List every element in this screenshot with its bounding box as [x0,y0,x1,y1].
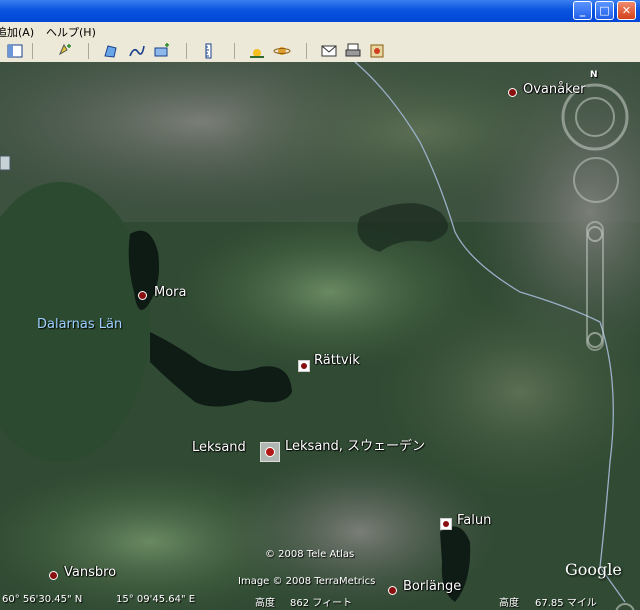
place-marker[interactable] [49,571,58,580]
place-marker[interactable] [298,360,310,372]
elevation-label: 高度 [255,598,275,609]
place-marker[interactable] [440,518,452,530]
status-bar: 60° 56'30.45" N 15° 09'45.64" E 高度 862 フ… [0,590,640,610]
place-marker[interactable] [138,291,147,300]
email-icon[interactable] [320,42,338,60]
maximize-button[interactable]: □ [595,1,614,20]
menu-add[interactable]: 追加(A) [0,24,34,40]
toolbar [0,40,640,63]
save-image-icon[interactable] [368,42,386,60]
eye-altitude-value: 67.85 マイル [535,598,597,609]
print-icon[interactable] [344,42,362,60]
copyright-tele-atlas: © 2008 Tele Atlas [265,549,355,560]
search-result-marker[interactable] [260,442,280,462]
place-label[interactable]: Mora [154,285,186,300]
google-logo: Google [565,560,622,579]
longitude-readout: 15° 09'45.64" E [116,594,196,605]
copyright-terrametrics: Image © 2008 TerraMetrics [238,576,376,587]
placemark-add-icon[interactable] [55,42,73,60]
planets-icon[interactable] [273,42,291,60]
window-titlebar: _ □ ✕ [0,0,640,22]
menu-help[interactable]: ヘルプ(H) [46,24,96,40]
place-label[interactable]: Leksand [192,440,246,455]
path-add-icon[interactable] [128,42,146,60]
search-result-label[interactable]: Leksand, スウェーデン [285,435,425,454]
satellite-imagery [0,62,640,610]
satellite-map[interactable]: N Ovanåker Mora Dalarnas Län Rättvik Lek… [0,62,640,610]
region-label: Dalarnas Län [37,317,123,332]
sunlight-icon[interactable] [248,42,266,60]
minimize-button[interactable]: _ [573,1,592,20]
menu-bar: 追加(A) ヘルプ(H) [0,22,640,40]
compass-north-label: N [590,70,598,80]
place-label[interactable]: Vansbro [64,565,116,580]
eye-altitude-label: 高度 [499,598,519,609]
place-label[interactable]: Falun [457,513,491,528]
close-button[interactable]: ✕ [617,1,636,20]
sidebar-toggle-icon[interactable] [6,42,24,60]
ruler-icon[interactable] [200,42,218,60]
place-label[interactable]: Ovanåker [523,82,586,97]
overlay-add-icon[interactable] [153,42,171,60]
polygon-add-icon[interactable] [102,42,120,60]
elevation-value: 862 フィート [290,598,353,609]
place-marker[interactable] [508,88,517,97]
latitude-readout: 60° 56'30.45" N [2,594,83,605]
place-label[interactable]: Rättvik [314,353,360,368]
